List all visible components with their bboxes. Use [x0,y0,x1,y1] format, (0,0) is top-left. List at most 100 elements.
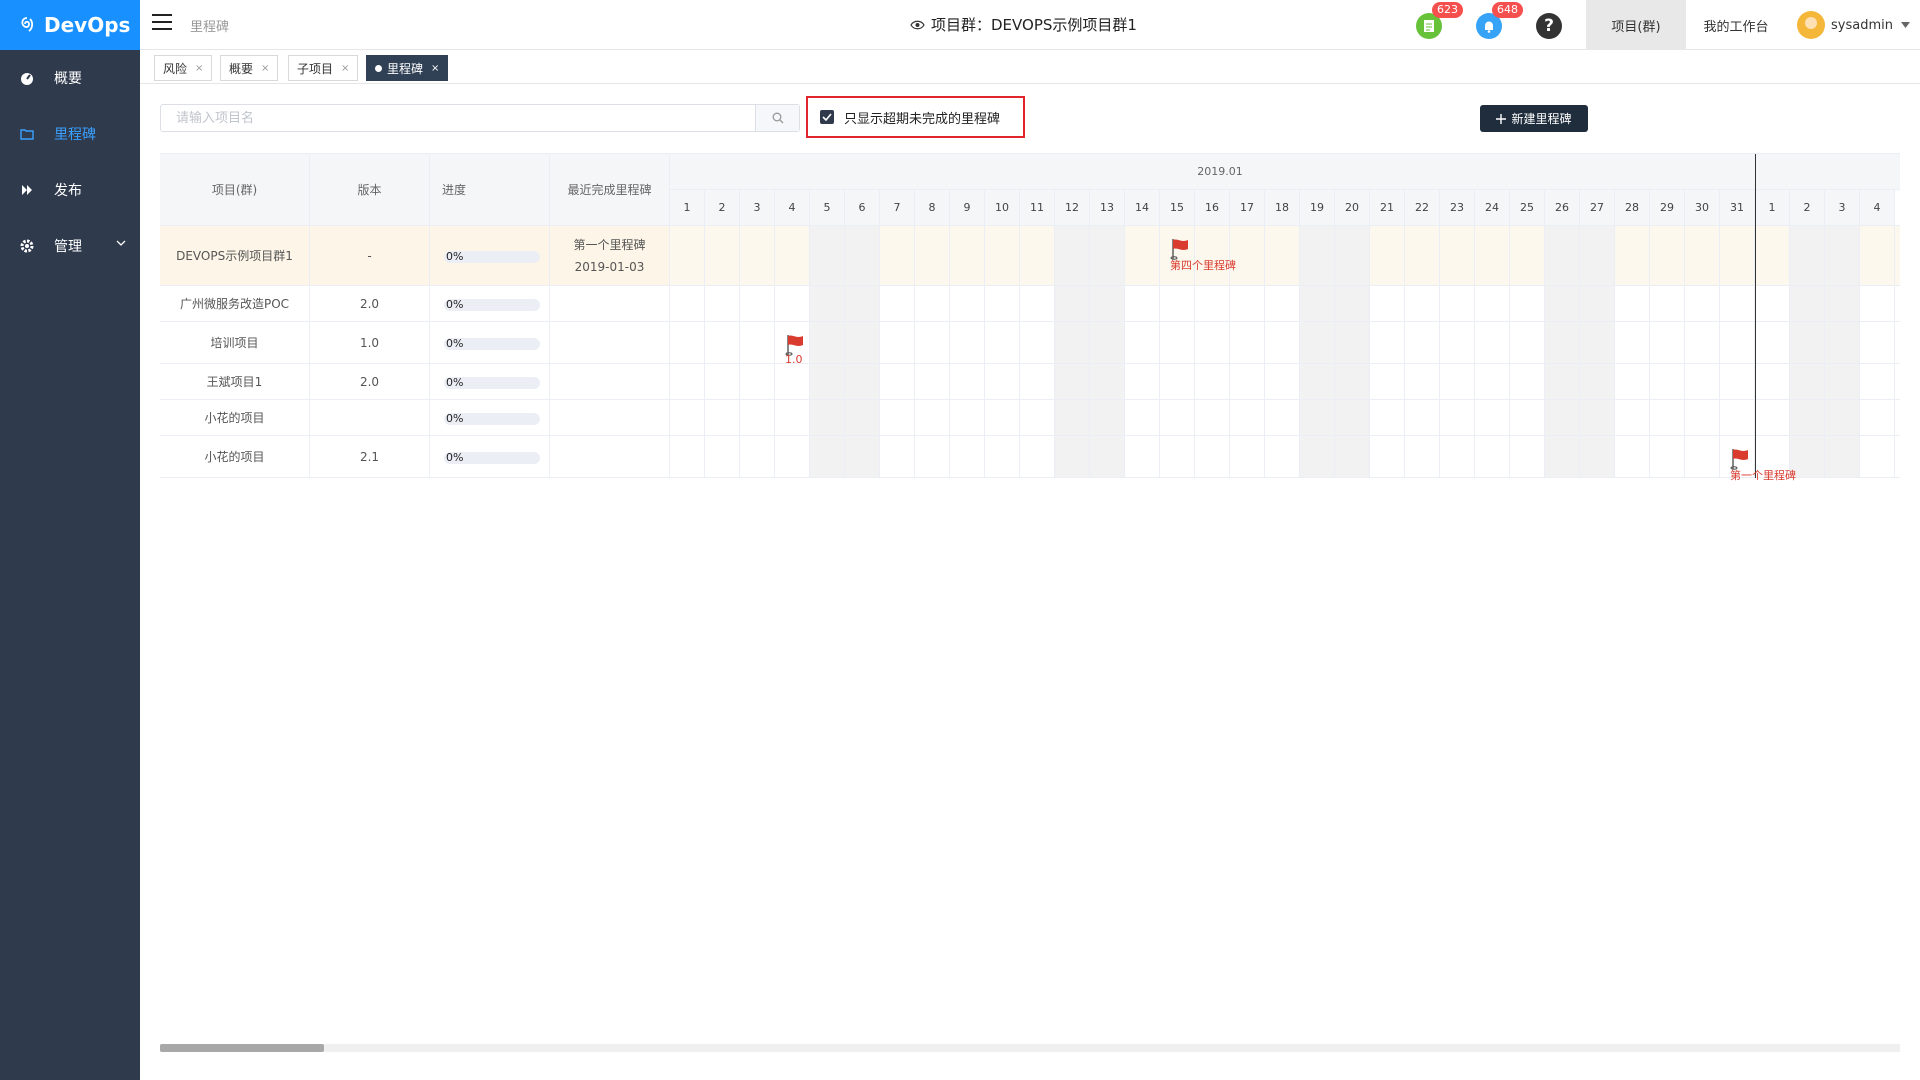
plus-icon [1496,113,1507,124]
row-divider [670,477,1900,478]
help-icon[interactable]: ? [1536,13,1562,39]
column-header-version: 版本 [310,154,430,226]
calendar-day: 29 [1650,190,1685,226]
calendar-day: 27 [1580,190,1615,226]
menu-toggle-icon[interactable] [152,14,172,32]
sidebar-item-milestones[interactable]: 里程碑 [0,106,140,162]
search-button[interactable] [755,105,799,131]
milestone-flag[interactable]: 第四个里程碑 [1170,238,1236,273]
calendar-column [810,226,845,478]
milestone-grid: 2019.01 1 2 3 4 5 6 7 8 9 10 11 12 13 14 15 16 17 18 19 20 21… [160,153,1900,482]
table-cell-project[interactable]: 广州微服务改造POC [160,286,310,322]
progress-text: 0% [446,451,464,464]
row-divider [670,399,1900,400]
calendar-day: 24 [1475,190,1510,226]
calendar-day: 6 [845,190,880,226]
bell-icon[interactable]: 648 [1476,2,1523,39]
table-cell-project[interactable]: 小花的项目 [160,400,310,436]
breadcrumb: 里程碑 [190,20,230,35]
header-tab-project[interactable]: 项目(群) [1586,0,1686,50]
row-divider [670,321,1900,322]
table-cell-version: 1.0 [310,322,430,364]
table-cell-project[interactable]: DEVOPS示例项目群1 [160,226,310,286]
user-menu[interactable]: sysadmin [1797,0,1910,50]
check-icon [822,113,832,121]
tab-milestones[interactable]: 里程碑 × [366,55,449,81]
milestone-flag[interactable]: 第一个里程碑 [1730,448,1796,483]
table-cell-version: 2.0 [310,364,430,400]
new-milestone-label: 新建里程碑 [1511,112,1572,126]
close-icon[interactable]: × [431,63,439,74]
tab-overview[interactable]: 概要 × [220,55,279,81]
search-box [160,104,800,132]
tab-label: 概要 [229,61,254,76]
calendar-column [915,226,950,478]
calendar-day: 23 [1440,190,1475,226]
overdue-filter[interactable]: 只显示超期未完成的里程碑 [806,96,1025,138]
close-icon[interactable]: × [261,63,269,74]
calendar-column [705,226,740,478]
app-name: DevOps [44,13,131,37]
tab-risk[interactable]: 风险 × [154,55,213,81]
new-milestone-button[interactable]: 新建里程碑 [1480,105,1588,132]
row-divider [670,225,1900,226]
row-divider [670,363,1900,364]
milestone-flag[interactable]: 1.0 [785,334,805,366]
calendar-column [880,226,915,478]
calendar-day: 22 [1405,190,1440,226]
table-cell-progress: 0% [430,226,550,286]
folder-icon [20,127,34,141]
sidebar-item-label: 概要 [54,71,82,87]
calendar-column [1440,226,1475,478]
sidebar-item-release[interactable]: 发布 [0,162,140,218]
table-cell-project[interactable]: 培训项目 [160,322,310,364]
table-cell-recent [550,400,670,436]
document-icon[interactable]: 623 [1416,2,1463,39]
table-cell-project[interactable]: 小花的项目 [160,436,310,478]
calendar-day: 8 [915,190,950,226]
calendar-day: 2 [1790,190,1825,226]
table-cell-version: 2.0 [310,286,430,322]
calendar-day: 10 [985,190,1020,226]
search-input[interactable] [161,105,755,131]
calendar-column [1475,226,1510,478]
calendar-column [740,226,775,478]
sidebar-item-manage[interactable]: 管理 [0,218,140,274]
close-icon[interactable]: × [195,63,203,74]
calendar-day: 5 [810,190,845,226]
column-header-recent: 最近完成里程碑 [550,154,670,226]
table-cell-version [310,400,430,436]
calendar-month-header: 2019.01 [670,154,1900,190]
tab-label: 风险 [163,61,188,76]
table-cell-recent [550,364,670,400]
tab-subprojects[interactable]: 子项目 × [288,55,359,81]
horizontal-scrollbar[interactable] [160,1044,1900,1052]
calendar-day: 16 [1195,190,1230,226]
calendar-column [985,226,1020,478]
table-cell-progress: 0% [430,322,550,364]
calendar-column [1335,226,1370,478]
calendar-day: 13 [1090,190,1125,226]
app-logo[interactable]: DevOps [0,0,140,50]
sidebar-item-overview[interactable]: 概要 [0,50,140,106]
header-tab-workbench[interactable]: 我的工作台 [1686,0,1786,50]
tab-label: 子项目 [297,61,334,76]
sidebar-item-label: 管理 [54,239,82,255]
column-header-project: 项目(群) [160,154,310,226]
table-cell-project[interactable]: 王斌项目1 [160,364,310,400]
calendar-day: 17 [1230,190,1265,226]
project-title[interactable]: 项目群：DEVOPS示例项目群1 [910,14,1137,35]
scrollbar-thumb[interactable] [160,1044,324,1052]
table-cell-recent [550,286,670,322]
milestone-label: 第一个里程碑 [1730,469,1796,482]
calendar-column [670,226,705,478]
calendar-day: 25 [1510,190,1545,226]
calendar-column [1615,226,1650,478]
calendar-day: 28 [1615,190,1650,226]
calendar-column [1580,226,1615,478]
close-icon[interactable]: × [341,63,349,74]
table-cell-progress: 0% [430,364,550,400]
recent-milestone-date: 2019-01-03 [574,259,645,274]
overdue-checkbox[interactable] [820,110,834,124]
calendar-column [1125,226,1160,478]
